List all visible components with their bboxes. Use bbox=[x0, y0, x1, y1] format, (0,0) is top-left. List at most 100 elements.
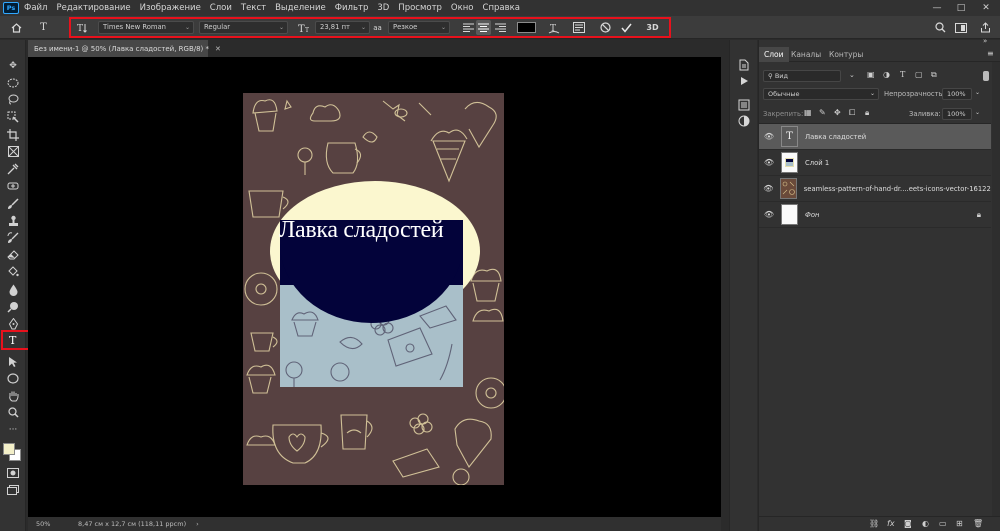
hand-tool-icon[interactable] bbox=[4, 388, 22, 403]
adjustment-icon[interactable]: ◐ bbox=[922, 519, 929, 528]
history-brush-tool-icon[interactable] bbox=[4, 230, 22, 245]
layer-row-background[interactable]: 👁︎ Фон 🔒︎ bbox=[759, 202, 991, 228]
foreground-color-swatch[interactable] bbox=[3, 443, 15, 455]
properties-panel-icon[interactable] bbox=[736, 98, 752, 112]
font-size-input[interactable]: 23,81 пт ⌄ bbox=[315, 21, 370, 34]
adjustments-panel-icon[interactable] bbox=[736, 114, 752, 128]
lock-pixels-icon[interactable]: ✎ bbox=[819, 108, 826, 117]
menu-type[interactable]: Текст bbox=[241, 3, 266, 13]
search-icon[interactable] bbox=[933, 20, 948, 35]
opacity-input[interactable]: 100% bbox=[942, 88, 972, 100]
shape-filter-icon[interactable]: ▢ bbox=[915, 70, 923, 79]
minimize-button[interactable]: — bbox=[926, 0, 948, 16]
layer-row-text[interactable]: 👁︎ T Лавка сладостей bbox=[759, 124, 991, 150]
zoom-tool-icon[interactable] bbox=[4, 405, 22, 420]
tab-channels[interactable]: Каналы bbox=[786, 47, 826, 62]
menu-image[interactable]: Изображение bbox=[140, 3, 201, 13]
artboard[interactable]: Лавка сладостей bbox=[243, 93, 504, 485]
lock-transparency-icon[interactable]: ▦ bbox=[804, 108, 812, 117]
type-tool-preset-icon[interactable]: T bbox=[36, 20, 51, 35]
maximize-button[interactable]: □ bbox=[950, 0, 972, 16]
paint-bucket-tool-icon[interactable] bbox=[4, 264, 22, 279]
frame-tool-icon[interactable] bbox=[4, 144, 22, 159]
lock-artboard-icon[interactable]: ⧠ bbox=[849, 108, 855, 118]
more-tools-icon[interactable]: ··· bbox=[4, 422, 22, 437]
pen-tool-icon[interactable] bbox=[4, 316, 22, 331]
type-filter-icon[interactable]: T bbox=[900, 70, 905, 79]
pixel-filter-icon[interactable]: ▣ bbox=[867, 70, 875, 79]
adjustment-filter-icon[interactable]: ◑ bbox=[883, 70, 890, 79]
status-menu-arrow-icon[interactable]: › bbox=[196, 520, 199, 528]
chevron-down-icon[interactable]: ⌄ bbox=[849, 71, 855, 79]
menu-layers[interactable]: Слои bbox=[210, 3, 232, 13]
menu-help[interactable]: Справка bbox=[483, 3, 520, 13]
menu-3d[interactable]: 3D bbox=[377, 3, 389, 13]
fill-input[interactable]: 100% bbox=[942, 108, 972, 120]
clone-stamp-tool-icon[interactable] bbox=[4, 213, 22, 228]
lock-all-icon[interactable]: 🔒︎ bbox=[865, 108, 869, 118]
text-color-swatch[interactable] bbox=[517, 22, 536, 33]
lasso-tool-icon[interactable] bbox=[4, 92, 22, 107]
panel-menu-icon[interactable]: ≡ bbox=[987, 49, 994, 58]
delete-icon[interactable]: 🗑︎ bbox=[973, 519, 983, 528]
layer-row-layer1[interactable]: 👁︎ Слой 1 bbox=[759, 150, 991, 176]
layers-scrollbar[interactable] bbox=[992, 62, 1000, 517]
commit-icon[interactable] bbox=[619, 20, 634, 35]
close-icon[interactable]: ✕ bbox=[215, 45, 221, 53]
cancel-icon[interactable] bbox=[598, 20, 613, 35]
font-family-dropdown[interactable]: Times New Roman ⌄ bbox=[98, 21, 194, 34]
menu-filter[interactable]: Фильтр bbox=[335, 3, 369, 13]
chevron-down-icon[interactable]: ⌄ bbox=[975, 89, 980, 96]
new-layer-icon[interactable]: ⊞ bbox=[956, 519, 963, 528]
align-right-icon[interactable] bbox=[493, 20, 508, 35]
font-style-dropdown[interactable]: Regular ⌄ bbox=[199, 21, 288, 34]
menu-select[interactable]: Выделение bbox=[275, 3, 326, 13]
path-selection-tool-icon[interactable] bbox=[4, 354, 22, 369]
lock-position-icon[interactable]: ✥ bbox=[834, 108, 841, 117]
group-icon[interactable]: ▭ bbox=[939, 519, 947, 528]
crop-tool-icon[interactable] bbox=[4, 127, 22, 142]
history-panel-icon[interactable] bbox=[736, 58, 752, 72]
eye-icon[interactable]: 👁︎ bbox=[759, 184, 778, 193]
menu-edit[interactable]: Редактирование bbox=[56, 3, 130, 13]
layer-filter-input[interactable]: ⚲ Вид bbox=[763, 70, 841, 82]
screen-mode-icon[interactable] bbox=[4, 482, 22, 497]
close-window-button[interactable]: ✕ bbox=[975, 0, 997, 16]
workspace-icon[interactable] bbox=[953, 20, 968, 35]
link-icon[interactable]: ⛓︎ bbox=[869, 519, 879, 528]
document-tab[interactable]: Без имени-1 @ 50% (Лавка сладостей, RGB/… bbox=[28, 40, 221, 57]
3d-icon[interactable]: 3D bbox=[645, 20, 660, 35]
marquee-tool-icon[interactable] bbox=[4, 75, 22, 90]
collapse-panel-icon[interactable]: » bbox=[983, 37, 987, 45]
move-tool-icon[interactable]: ✥ bbox=[4, 58, 22, 73]
smart-object-filter-icon[interactable]: ⧉ bbox=[931, 70, 937, 80]
layer-row-pattern[interactable]: 👁︎ seamless-pattern-of-hand-dr....eets-i… bbox=[759, 176, 991, 202]
brush-tool-icon[interactable] bbox=[4, 196, 22, 211]
dodge-tool-icon[interactable] bbox=[4, 299, 22, 314]
home-icon[interactable] bbox=[9, 20, 24, 35]
mask-icon[interactable]: ◙ bbox=[904, 519, 912, 528]
zoom-level[interactable]: 50% bbox=[36, 520, 76, 528]
quick-mask-icon[interactable] bbox=[4, 465, 22, 480]
fx-icon[interactable]: fx bbox=[887, 519, 895, 528]
chevron-down-icon[interactable]: ⌄ bbox=[975, 109, 980, 116]
tab-layers[interactable]: Слои bbox=[759, 47, 789, 62]
lock-icon[interactable]: 🔒︎ bbox=[977, 210, 981, 220]
menu-view[interactable]: Просмотр bbox=[398, 3, 442, 13]
eye-icon[interactable]: 👁︎ bbox=[759, 132, 779, 141]
tab-paths[interactable]: Контуры bbox=[824, 47, 868, 62]
warp-text-icon[interactable]: T bbox=[546, 20, 561, 35]
share-icon[interactable] bbox=[978, 20, 993, 35]
menu-file[interactable]: Файл bbox=[24, 3, 47, 13]
eyedropper-tool-icon[interactable] bbox=[4, 161, 22, 176]
object-selection-tool-icon[interactable] bbox=[4, 109, 22, 124]
blur-tool-icon[interactable] bbox=[4, 282, 22, 297]
align-left-icon[interactable] bbox=[461, 20, 476, 35]
text-orientation-icon[interactable]: T bbox=[74, 20, 89, 35]
play-actions-icon[interactable] bbox=[736, 74, 752, 88]
eraser-tool-icon[interactable] bbox=[4, 247, 22, 262]
ellipse-tool-icon[interactable] bbox=[4, 371, 22, 386]
menu-window[interactable]: Окно bbox=[451, 3, 474, 13]
healing-brush-tool-icon[interactable] bbox=[4, 178, 22, 193]
eye-icon[interactable]: 👁︎ bbox=[759, 158, 779, 167]
